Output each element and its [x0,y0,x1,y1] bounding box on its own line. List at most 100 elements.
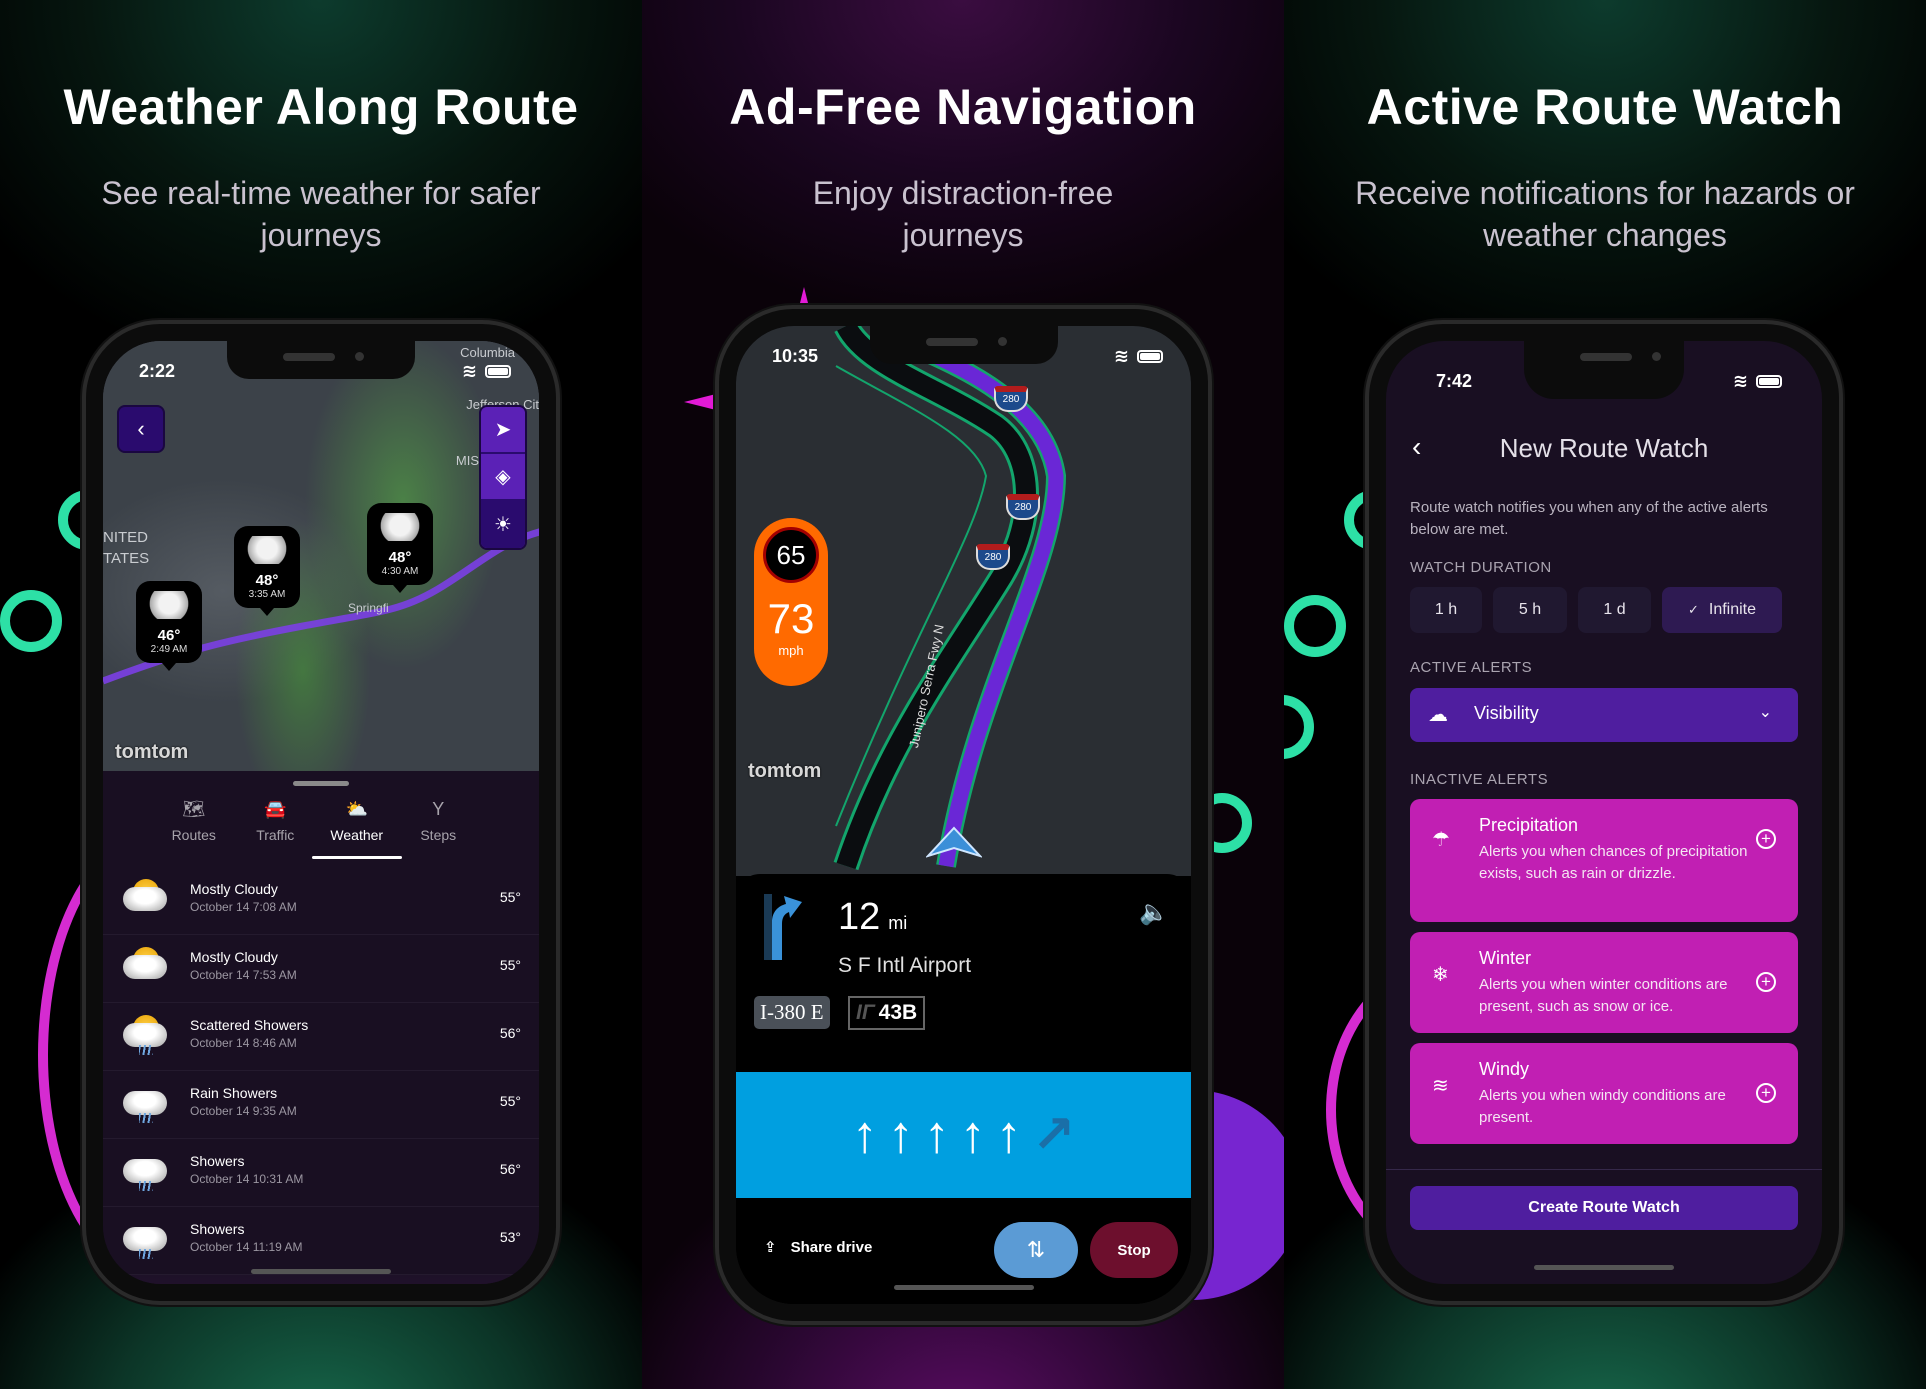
tab-steps[interactable]: Y Steps [398,799,480,853]
map-label-mis: MIS [455,453,479,468]
duration-option-1d[interactable]: 1 d [1578,587,1651,633]
decor-ring [1284,695,1314,759]
layers-button[interactable]: ◈ [481,454,525,501]
tab-bar: 🗺 Routes 🚘 Traffic ⛅ Weather Y Steps [153,799,480,859]
pin-temp: 48° [255,572,279,589]
share-drive-button[interactable]: ⇪ Share drive [764,1238,872,1257]
lane-straight-icon: ↑ [851,1106,878,1164]
forecast-datetime: October 14 10:31 AM [190,1172,304,1186]
inactive-alert-card[interactable]: ≋ Windy Alerts you when windy conditions… [1410,1043,1798,1144]
back-button[interactable]: ‹ [117,405,165,453]
panel-title: Ad-Free Navigation [729,79,1197,135]
check-icon: ✓ [1687,602,1699,617]
panel-title: Active Route Watch [1366,79,1844,135]
decor-spike [799,287,809,307]
add-alert-button[interactable]: + [1756,829,1776,849]
forecast-list: Mostly Cloudy October 14 7:08 AM 55° Mos… [103,867,539,1284]
route-options-button[interactable]: ⇅ [994,1222,1078,1278]
weather-pin[interactable]: 48° 4:30 AM [367,503,433,585]
lane-straight-icon: ↑ [995,1106,1022,1164]
inactive-alert-card[interactable]: ❄ Winter Alerts you when winter conditio… [1410,932,1798,1033]
forecast-condition: Rain Showers [190,1085,278,1101]
add-alert-button[interactable]: + [1756,972,1776,992]
panel-weather-along-route: Weather Along Route See real-time weathe… [0,0,642,1389]
panel-subtitle: Receive notifications for hazards or wea… [1355,175,1855,253]
cloudy-night-icon [247,536,287,564]
map-controls: ➤ ◈ ☀ [479,405,527,550]
exit-number: 43B [878,1001,918,1024]
map-label-states: TATES [103,550,150,567]
forecast-condition: Mostly Cloudy [190,881,278,897]
navigation-arrow-icon: ➤ [494,419,512,441]
chevron-down-icon: ⌄ [1758,704,1772,721]
brightness-button[interactable]: ☀ [481,501,525,548]
tab-label: Weather [330,827,384,843]
panel-title: Weather Along Route [63,79,579,135]
duration-option-1h[interactable]: 1 h [1410,587,1482,633]
next-road-name: S F Intl Airport [838,954,972,977]
cloudy-night-icon [380,513,420,541]
forecast-row[interactable]: Rain Showers 5 [103,1275,539,1284]
phone-screen: 7:42 ≋ ‹ New Route Watch Route watch not… [1386,341,1822,1284]
chevron-left-icon: ‹ [137,416,145,441]
locate-button[interactable]: ➤ [481,407,525,454]
speaker-icon: 🔈 [1139,899,1169,926]
footer-divider [1386,1169,1822,1170]
tab-label: Routes [171,827,216,843]
weather-radar-map[interactable]: Columbia Jefferson Cit MIS NITED TATES S… [103,341,539,771]
section-label-inactive: INACTIVE ALERTS [1410,771,1549,788]
forecast-row[interactable]: Mostly Cloudy October 14 7:53 AM 55° [103,935,539,1003]
weather-pin[interactable]: 48° 3:35 AM [234,526,300,608]
phone-frame: 10:35 ≋ 280 280 280 Junipero Serra Fwy N… [715,305,1212,1325]
forecast-condition: Scattered Showers [190,1017,309,1033]
forecast-temp: 56° [499,1025,521,1041]
bottom-sheet: 🗺 Routes 🚘 Traffic ⛅ Weather Y Steps Mostly … [103,771,539,1284]
wifi-icon: ≋ [1732,371,1748,391]
create-route-watch-button[interactable]: Create Route Watch [1410,1186,1798,1230]
showers-icon [123,1217,167,1259]
fork-icon: Y [432,799,445,819]
tab-traffic[interactable]: 🚘 Traffic [235,799,317,853]
home-indicator [251,1269,391,1274]
stop-button[interactable]: Stop [1090,1222,1178,1278]
alert-description: Alerts you when windy conditions are pre… [1479,1087,1726,1126]
alert-name: Precipitation [1479,815,1579,835]
wifi-icon: ≋ [1113,346,1129,366]
inactive-alert-card[interactable]: ☂ Precipitation Alerts you when chances … [1410,799,1798,922]
forecast-condition: Showers [190,1221,245,1237]
screen-title: New Route Watch [1499,433,1709,463]
tomtom-logo: tomtom [748,760,822,782]
pin-temp: 46° [157,627,181,644]
scattered-showers-icon [123,1013,167,1055]
weather-pin[interactable]: 46° 2:49 AM [136,581,202,663]
add-alert-button[interactable]: + [1756,1083,1776,1103]
forecast-row[interactable]: Mostly Cloudy October 14 7:08 AM 55° [103,867,539,935]
guidance-panel: 12 mi S F Intl Airport 🔈 I-380 E ΙΓ 43B ↑ … [736,874,1191,1304]
sheet-grabber[interactable] [293,781,349,786]
forecast-row[interactable]: Showers October 14 10:31 AM 56° [103,1139,539,1207]
tab-routes[interactable]: 🗺 Routes [153,799,235,853]
sun-icon: ☀ [494,514,512,536]
active-alert-visibility[interactable]: ☁ Visibility ⌄ [1410,688,1798,742]
exit-sign: ΙΓ 43B [848,996,926,1030]
tab-label: Traffic [256,827,295,843]
tab-label: Steps [420,827,457,843]
duration-option-infinite[interactable]: ✓ Infinite [1662,587,1782,633]
speed-limit-sign: 65 [763,527,819,583]
cloud-icon: ☁ [1428,704,1448,726]
rain-cloud-icon: ☂ [1432,829,1450,851]
forecast-row[interactable]: Scattered Showers October 14 8:46 AM 56° [103,1003,539,1071]
alert-name: Winter [1479,948,1532,968]
map-label-springfield: Springfi [348,601,389,615]
wind-icon: ≋ [1432,1075,1449,1097]
duration-option-5h[interactable]: 5 h [1493,587,1567,633]
forecast-row[interactable]: Showers October 14 11:19 AM 53° [103,1207,539,1275]
battery-icon [1137,350,1163,363]
speed-unit: mph [778,643,804,658]
forecast-row[interactable]: Rain Showers October 14 9:35 AM 55° [103,1071,539,1139]
tab-weather[interactable]: ⛅ Weather [312,799,401,859]
speaker-button[interactable]: 🔈 [1139,898,1169,927]
status-time: 7:42 [1436,371,1473,391]
lane-straight-icon: ↑ [887,1106,914,1164]
section-label-duration: WATCH DURATION [1410,559,1552,576]
